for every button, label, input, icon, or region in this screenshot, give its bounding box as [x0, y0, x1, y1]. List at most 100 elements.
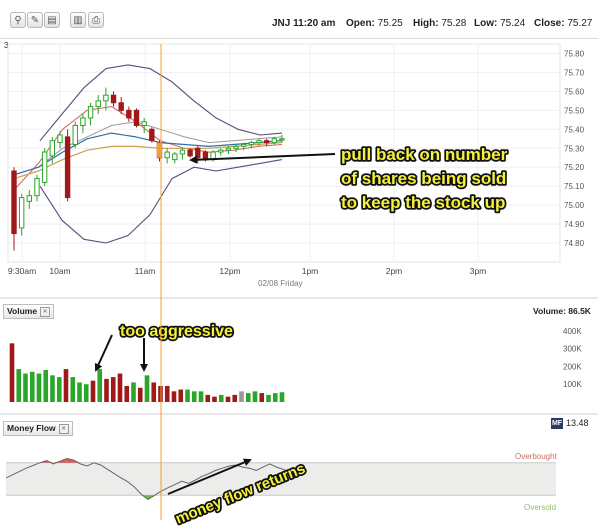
volume-bar	[131, 382, 136, 402]
pullback-annotation-line: pull back on number	[341, 145, 508, 164]
time-tick-label: 1pm	[302, 266, 319, 276]
time-tick-label: 12pm	[219, 266, 240, 276]
oversold-label: Oversold	[524, 503, 556, 512]
volume-bar	[104, 378, 109, 402]
volume-bar	[9, 343, 15, 402]
price-tick-label: 74.80	[564, 239, 585, 248]
volume-bar	[191, 391, 197, 402]
price-tick-label: 75.30	[564, 144, 585, 153]
candle-body	[133, 109, 140, 127]
volume-bar	[266, 394, 271, 402]
volume-bar	[205, 394, 211, 402]
candle-body	[225, 147, 232, 151]
chart-canvas: 74.80 74.90 75.00 75.10 75.20 75.30 75.40 75.50…	[0, 43, 598, 526]
candle-body	[195, 147, 201, 159]
candle-body	[271, 138, 278, 144]
volume-bar	[77, 382, 82, 402]
time-tick-label: 3pm	[470, 266, 487, 276]
volume-bar	[272, 393, 278, 402]
volume-bar	[29, 371, 35, 402]
candle-body	[87, 106, 94, 119]
candle-body	[103, 94, 109, 102]
candle-body	[141, 121, 147, 127]
volume-bar	[110, 377, 116, 402]
volume-bar	[83, 384, 89, 402]
volume-bar	[259, 393, 265, 402]
pullback-annotation-line: of shares being sold	[341, 169, 506, 188]
volume-bar	[198, 391, 204, 402]
volume-bar	[252, 391, 258, 402]
price-tick-label: 74.90	[564, 220, 585, 229]
volume-bar	[43, 370, 49, 402]
pullback-annotation-line: to keep the stock up	[341, 193, 505, 212]
candle-body	[26, 195, 33, 202]
volume-bar	[16, 369, 22, 402]
candle-body	[126, 109, 132, 119]
volume-bar	[90, 380, 96, 402]
price-tick-label: 75.10	[564, 182, 585, 191]
volume-bars	[9, 343, 285, 402]
price-tick-label: 75.00	[564, 201, 585, 210]
volume-bar	[185, 389, 190, 402]
volume-bar	[137, 387, 143, 402]
overbought-label: Overbought	[515, 452, 558, 461]
candle-body	[110, 94, 117, 104]
candle-body	[279, 138, 285, 141]
candle-body	[41, 151, 48, 183]
candle-body	[80, 117, 86, 127]
volume-bar	[70, 377, 76, 402]
candle-body	[256, 140, 262, 144]
candle-body	[72, 125, 78, 145]
time-axis: 9:30am 10am 11am 12pm 1pm 2pm 3pm	[8, 266, 486, 276]
volume-tick-label: 100K	[563, 380, 582, 389]
candle-body	[18, 197, 25, 229]
volume-bar	[245, 393, 251, 402]
candle-body	[187, 149, 193, 157]
volume-bar	[124, 386, 130, 402]
volume-bar	[212, 396, 217, 402]
candle-body	[241, 143, 247, 147]
volume-bar	[151, 382, 157, 402]
volume-bar	[117, 373, 123, 402]
volume-bar	[232, 394, 238, 402]
candle-body	[11, 170, 17, 235]
time-tick-label: 11am	[135, 266, 156, 276]
volume-bar	[218, 394, 224, 402]
time-tick-label: 2pm	[386, 266, 403, 276]
candle-body	[263, 140, 270, 144]
volume-bar	[178, 389, 184, 402]
money-flow-chart	[0, 413, 598, 501]
volume-bar	[23, 373, 28, 402]
candle-body	[95, 100, 101, 108]
time-tick-label: 9:30am	[8, 266, 36, 276]
volume-tick-label: 300K	[563, 345, 582, 354]
volume-bar	[56, 377, 62, 402]
volume-bar	[171, 391, 177, 402]
candle-body	[172, 153, 178, 161]
candles	[11, 87, 285, 251]
candle-body	[57, 134, 63, 144]
price-axis: 74.80 74.90 75.00 75.10 75.20 75.30 75.40 75.50…	[564, 49, 585, 248]
price-tick-label: 75.60	[564, 87, 585, 96]
candle-body	[218, 149, 224, 153]
candle-body	[149, 128, 155, 142]
volume-tick-label: 200K	[563, 362, 582, 371]
candle-body	[179, 149, 186, 155]
price-tick-label: 75.70	[564, 68, 585, 77]
price-tick-label: 75.20	[564, 163, 585, 172]
candle-body	[49, 140, 55, 157]
volume-bar	[63, 369, 69, 402]
volume-bar	[279, 392, 285, 402]
time-tick-label: 10am	[49, 266, 70, 276]
volume-bar	[144, 375, 150, 402]
volume-tick-label: 400K	[563, 327, 582, 336]
volume-bar	[225, 396, 231, 402]
volume-bar	[50, 375, 55, 402]
volume-grid: 100K 200K 300K 400K	[0, 297, 598, 389]
price-tick-label: 75.40	[564, 125, 585, 134]
candle-body	[233, 145, 239, 149]
too-aggressive-annotation: too aggressive	[120, 323, 233, 340]
aggressive-arrow-left	[94, 334, 113, 372]
candle-body	[248, 142, 255, 145]
volume-bar	[239, 391, 244, 402]
